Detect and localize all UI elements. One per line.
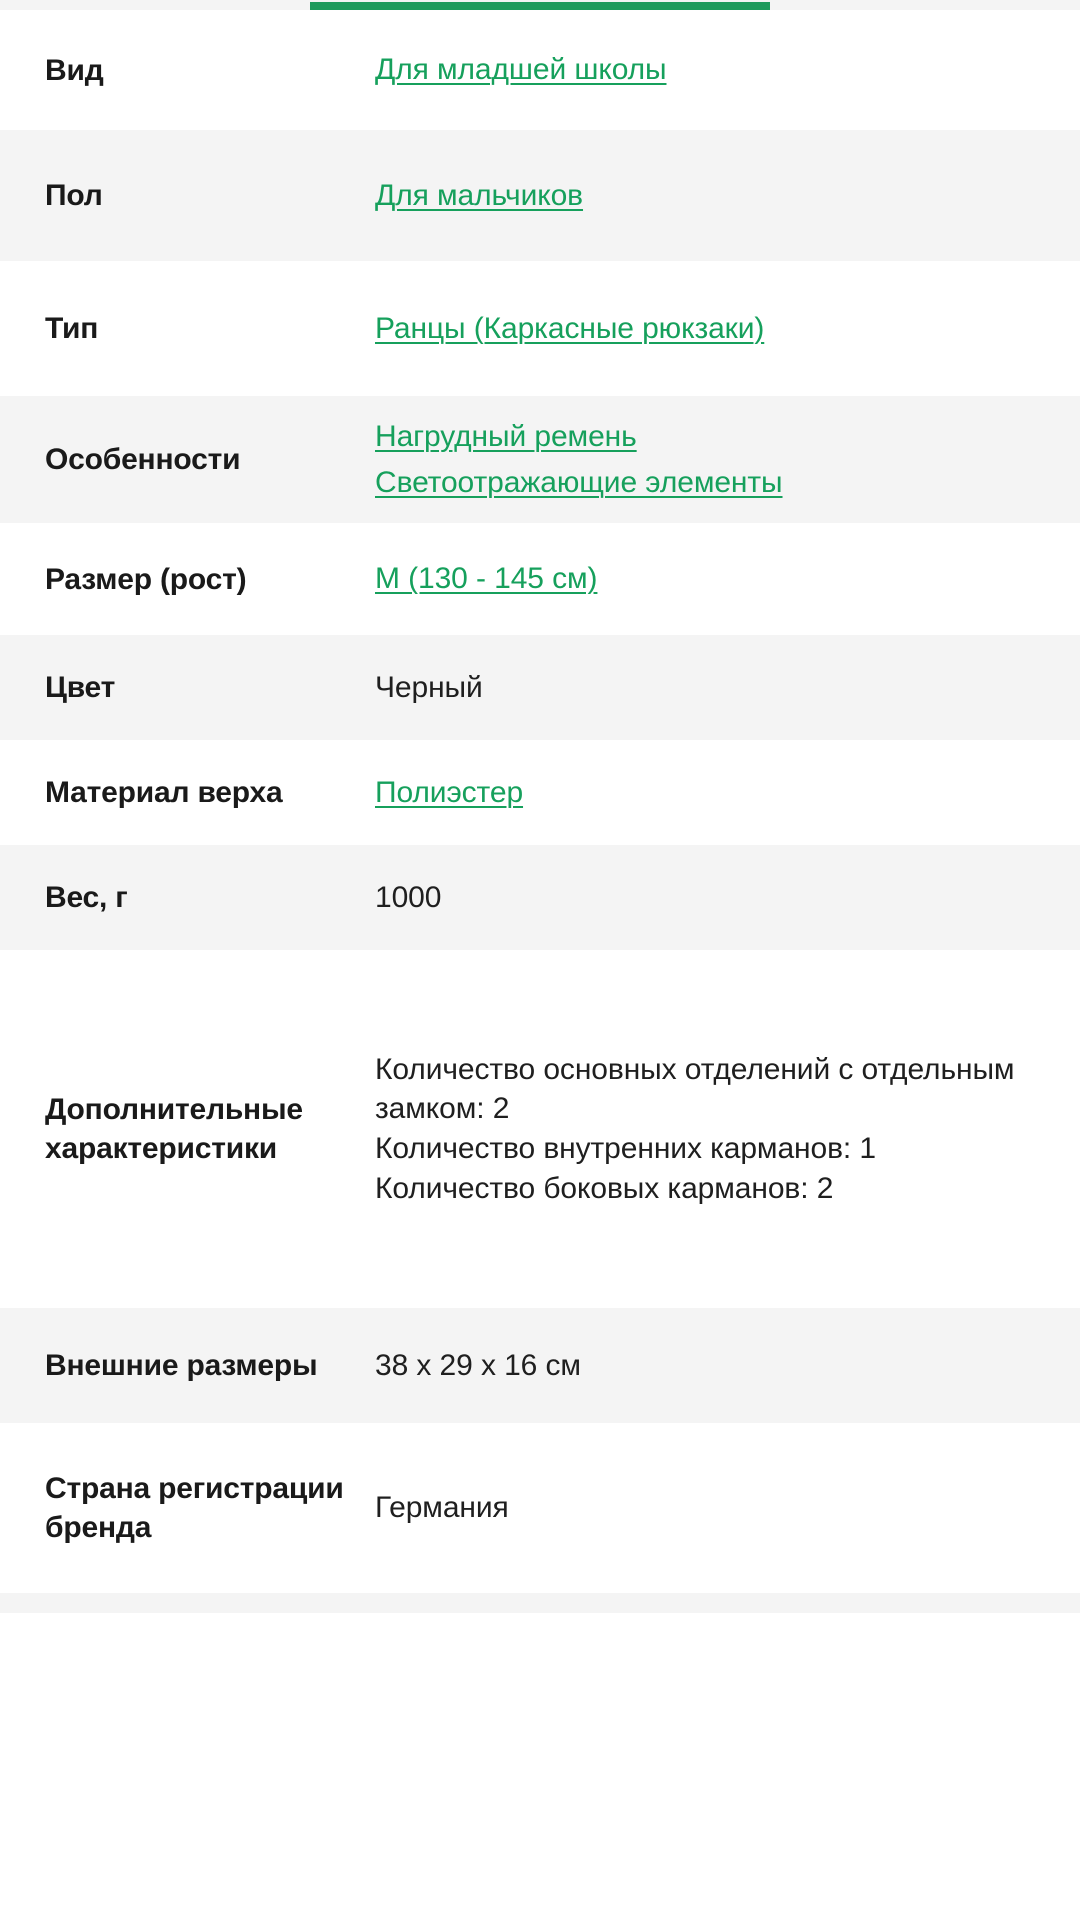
spec-value-link[interactable]: Ранцы (Каркасные рюкзаки) — [375, 309, 764, 349]
progress-accent-bar — [310, 2, 770, 10]
spec-value: 38 x 29 x 16 см — [375, 1346, 1035, 1386]
table-row: Вес, г 1000 — [0, 845, 1080, 950]
table-row: Внешние размеры 38 x 29 x 16 см — [0, 1308, 1080, 1423]
spec-label: Размер (рост) — [45, 562, 247, 596]
spec-label: Страна регистрации бренда — [45, 1472, 344, 1544]
spec-value-link[interactable]: Для мальчиков — [375, 176, 583, 216]
spec-value-link[interactable]: M (130 - 145 см) — [375, 559, 598, 599]
spec-value: 1000 — [375, 878, 1035, 918]
spec-label: Вес, г — [45, 881, 128, 914]
spec-value-text: Количество основных отделений с отдельны… — [375, 1052, 1015, 1205]
spec-value: Для младшей школы — [375, 50, 1035, 90]
table-row: Размер (рост) M (130 - 145 см) — [0, 523, 1080, 635]
spec-label: Материал верха — [45, 776, 283, 809]
table-row-partial — [0, 1593, 1080, 1613]
spec-value: Ранцы (Каркасные рюкзаки) — [375, 309, 1035, 349]
spec-label: Дополнительные характеристики — [45, 1093, 303, 1165]
spec-label: Внешние размеры — [45, 1349, 318, 1382]
spec-value-link[interactable]: Полиэстер — [375, 773, 523, 813]
spec-value-text: Черный — [375, 670, 483, 704]
table-row: Цвет Черный — [0, 635, 1080, 740]
table-row: Страна регистрации бренда Германия — [0, 1423, 1080, 1593]
product-specs-page: Вид Для младшей школы Пол Для мальчиков … — [0, 0, 1080, 1905]
spec-value: Черный — [375, 668, 1035, 708]
spec-value-link[interactable]: Светоотражающие элементы — [375, 463, 783, 503]
spec-value: Количество основных отделений с отдельны… — [375, 1050, 1035, 1208]
spec-label: Особенности — [45, 443, 241, 476]
table-row: Вид Для младшей школы — [0, 10, 1080, 130]
top-accent-strip — [0, 0, 1080, 10]
spec-label: Пол — [45, 179, 103, 212]
spec-value: Германия — [375, 1488, 1035, 1528]
spec-label: Цвет — [45, 671, 116, 704]
spec-value-link[interactable]: Для младшей школы — [375, 50, 667, 90]
spec-value-text: 38 x 29 x 16 см — [375, 1348, 581, 1382]
spec-value: Полиэстер — [375, 773, 1035, 813]
spec-label: Тип — [45, 312, 99, 345]
table-row: Пол Для мальчиков — [0, 130, 1080, 261]
table-row: Материал верха Полиэстер — [0, 740, 1080, 845]
table-row: Особенности Нагрудный ремень Светоотража… — [0, 396, 1080, 523]
spec-value: M (130 - 145 см) — [375, 559, 1035, 599]
spec-value-link[interactable]: Нагрудный ремень — [375, 417, 637, 457]
spec-label: Вид — [45, 53, 104, 87]
spec-value-text: Германия — [375, 1491, 509, 1525]
spec-value: Нагрудный ремень Светоотражающие элемент… — [375, 417, 1035, 502]
table-row: Дополнительные характеристики Количество… — [0, 950, 1080, 1308]
specification-table: Вид Для младшей школы Пол Для мальчиков … — [0, 10, 1080, 1613]
spec-value-text: 1000 — [375, 880, 442, 914]
table-row: Тип Ранцы (Каркасные рюкзаки) — [0, 261, 1080, 396]
spec-value: Для мальчиков — [375, 176, 1035, 216]
